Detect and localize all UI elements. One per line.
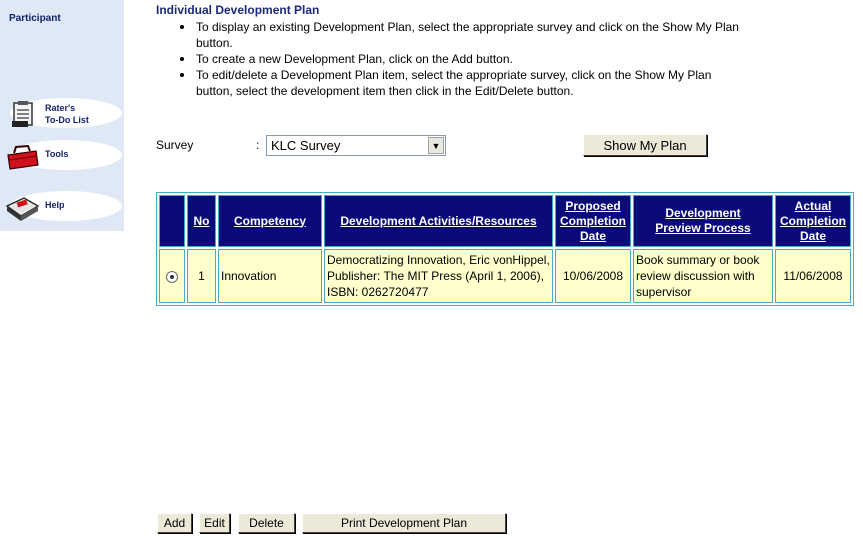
row-select-radio[interactable] [166,270,178,283]
sidebar-item-label: To-Do List [45,115,89,125]
rater-todo-icon [4,99,40,129]
process-column-header[interactable]: Development Preview Process [633,195,773,247]
row-no-cell: 1 [187,249,216,303]
sidebar-item-label: Tools [45,149,69,159]
instruction-item: To edit/delete a Development Plan item, … [176,67,746,99]
row-proposed-date-cell: 10/06/2008 [555,249,631,303]
competency-column-header[interactable]: Competency [218,195,322,247]
select-column-header [159,195,185,247]
sidebar-item-label: Rater's [45,103,76,113]
sidebar-item-label: Help [45,200,65,210]
delete-button[interactable]: Delete [238,513,295,533]
help-icon [4,192,40,222]
survey-label: Survey [156,138,194,152]
row-activities-cell: Democratizing Innovation, Eric vonHippel… [324,249,553,303]
print-development-plan-button[interactable]: Print Development Plan [302,513,506,533]
survey-select[interactable]: KLC Survey ▼ [266,135,446,156]
survey-colon: : [256,138,260,152]
page-title: Individual Development Plan [156,3,320,17]
sidebar-title: Participant [9,13,61,24]
instructions-list: To display an existing Development Plan,… [176,19,746,99]
no-column-header[interactable]: No [187,195,216,247]
row-select-cell [159,249,185,303]
survey-select-value: KLC Survey [271,138,341,153]
sidebar-item-tools[interactable]: Tools [0,138,124,172]
row-actual-date-cell: 11/06/2008 [775,249,851,303]
chevron-down-icon[interactable]: ▼ [428,137,444,154]
sidebar-item-help[interactable]: Help [0,189,124,223]
show-my-plan-button[interactable]: Show My Plan [583,134,707,156]
sidebar-item-raters-todo[interactable]: Rater's To-Do List [0,96,124,130]
table-row[interactable]: 1 Innovation Democratizing Innovation, E… [159,249,851,303]
actual-date-column-header[interactable]: Actual Completion Date [775,195,851,247]
activities-column-header[interactable]: Development Activities/Resources [324,195,553,247]
toolbox-icon [4,141,40,171]
row-process-cell: Book summary or book review discussion w… [633,249,773,303]
proposed-date-column-header[interactable]: Proposed Completion Date [555,195,631,247]
sidebar: Participant Rater's To-Do List Tools Hel… [0,0,124,231]
instruction-item: To display an existing Development Plan,… [176,19,746,51]
table-header-row: No Competency Development Activities/Res… [159,195,851,247]
instruction-item: To create a new Development Plan, click … [176,51,746,67]
row-competency-cell: Innovation [218,249,322,303]
edit-button[interactable]: Edit [199,513,230,533]
add-button[interactable]: Add [157,513,192,533]
development-plan-table: No Competency Development Activities/Res… [156,192,854,306]
